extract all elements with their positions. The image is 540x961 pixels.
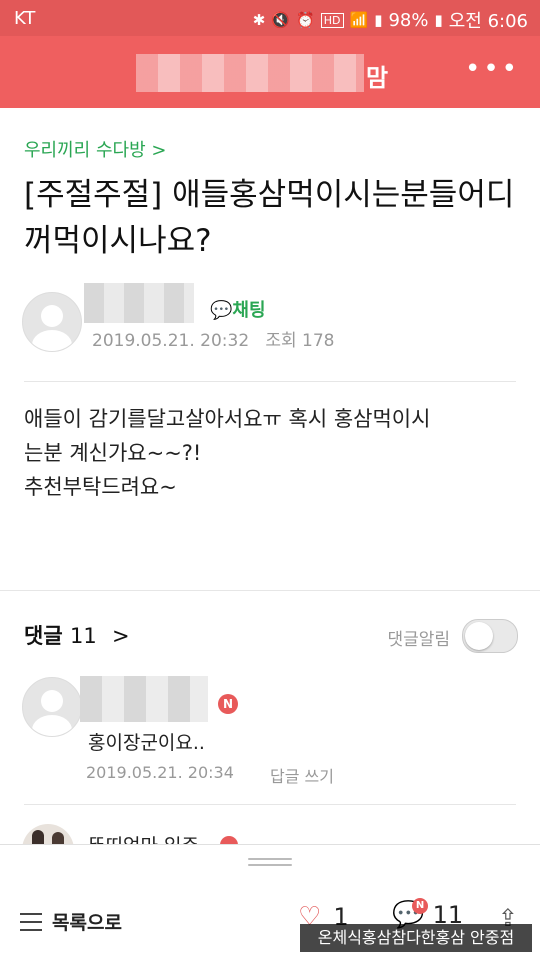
chat-label: 채팅	[232, 300, 266, 321]
section-divider	[0, 590, 540, 591]
cafe-name-tail: 맘	[366, 64, 389, 92]
chat-button[interactable]: 💬채팅	[210, 296, 266, 322]
back-to-list-button[interactable]: 목록으로	[20, 908, 122, 935]
app-header: 맘 •••	[0, 36, 540, 108]
commenter-name-blurred[interactable]	[80, 676, 208, 722]
wifi-icon: 📶	[349, 11, 369, 29]
new-badge: N	[412, 898, 428, 914]
mute-icon: 🔇	[271, 11, 291, 29]
chevron-right-icon: >	[112, 624, 130, 648]
list-icon	[20, 912, 42, 931]
comments-header[interactable]: 댓글 11 >	[24, 620, 130, 650]
chat-icon: 💬	[210, 300, 233, 321]
post-date: 2019.05.21. 20:32	[92, 331, 250, 351]
alarm-icon: ⏰	[296, 11, 315, 29]
commenter-name[interactable]: 뚜띠엄마 입주	[88, 834, 208, 844]
category-link[interactable]: 우리끼리 수다방 >	[24, 136, 166, 162]
battery-icon: ▮	[434, 11, 443, 29]
signal-icon: ▮	[374, 11, 383, 29]
post-views: 조회 178	[265, 331, 335, 351]
commenter-avatar[interactable]	[22, 677, 82, 737]
comment-text: 홍이장군이요..	[88, 732, 205, 754]
hd-icon: HD	[320, 12, 344, 28]
new-badge: N	[218, 694, 238, 714]
comment-alarm-toggle[interactable]	[462, 619, 518, 653]
post-body-line: 추천부탁드려요~	[24, 475, 177, 499]
comment-date: 2019.05.21. 20:34	[86, 763, 234, 782]
list-label: 목록으로	[52, 912, 122, 934]
comments-count: 11	[69, 624, 97, 648]
post-meta: 2019.05.21. 20:32 조회 178	[92, 326, 335, 351]
cafe-name-blurred	[136, 54, 364, 92]
carrier-label: KT	[14, 8, 36, 29]
post-body-line: 애들이 감기를달고살아서요ㅠ 혹시 홍삼먹이시	[24, 407, 431, 431]
author-name-blurred[interactable]	[84, 283, 194, 323]
drag-handle[interactable]	[248, 858, 292, 868]
more-icon[interactable]: •••	[465, 54, 520, 84]
author-avatar[interactable]	[22, 292, 82, 352]
bluetooth-icon: ✱	[252, 11, 266, 29]
post-body-line: 는분 계신가요~~?!	[24, 441, 202, 465]
clock: 오전 6:06	[448, 11, 528, 32]
reply-button[interactable]: 답글 쓰기	[270, 763, 334, 787]
divider	[24, 381, 516, 382]
comment-alarm-label: 댓글알림	[387, 630, 450, 650]
status-bar: KT ✱ 🔇 ⏰ HD 📶 ▮ 98% ▮ 오전 6:06	[0, 0, 540, 36]
post-body: 애들이 감기를달고살아서요ㅠ 혹시 홍삼먹이시 는분 계신가요~~?! 추천부탁…	[24, 402, 514, 504]
status-icons: ✱ 🔇 ⏰ HD 📶 ▮ 98% ▮ 오전 6:06	[253, 7, 528, 33]
watermark: 온체식홍삼참다한홍삼 안중점	[300, 924, 532, 952]
toggle-knob	[465, 622, 493, 650]
comments-label: 댓글	[24, 624, 63, 648]
post-title: [주절주절] 애들홍삼먹이시는분들어디꺼먹이시나요?	[24, 177, 515, 259]
battery-percent: 98%	[388, 9, 429, 31]
divider	[24, 804, 516, 805]
